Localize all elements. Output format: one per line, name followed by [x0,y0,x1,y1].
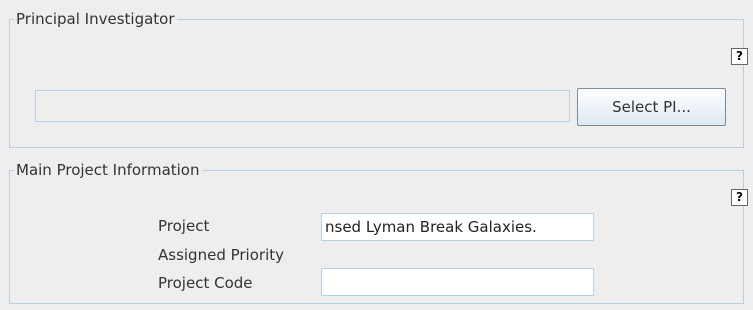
project-field[interactable]: nsed Lyman Break Galaxies. [321,213,594,241]
assigned-priority-label: Assigned Priority [158,246,284,264]
select-pi-button[interactable]: Select PI... [577,88,726,126]
project-code-label: Project Code [158,274,253,292]
pi-name-field[interactable] [35,90,570,122]
principal-investigator-title: Principal Investigator [14,8,177,30]
principal-investigator-panel: Principal Investigator ? Select PI... [9,8,748,148]
main-project-information-panel: Main Project Information ? Project nsed … [9,159,748,304]
project-label: Project [158,217,210,235]
project-field-value: nsed Lyman Break Galaxies. [325,218,537,236]
pi-help-button[interactable]: ? [731,48,748,65]
project-code-field[interactable] [321,268,594,296]
main-project-information-title: Main Project Information [14,159,202,181]
select-pi-label: Select PI... [612,98,691,116]
main-help-button[interactable]: ? [731,189,748,206]
